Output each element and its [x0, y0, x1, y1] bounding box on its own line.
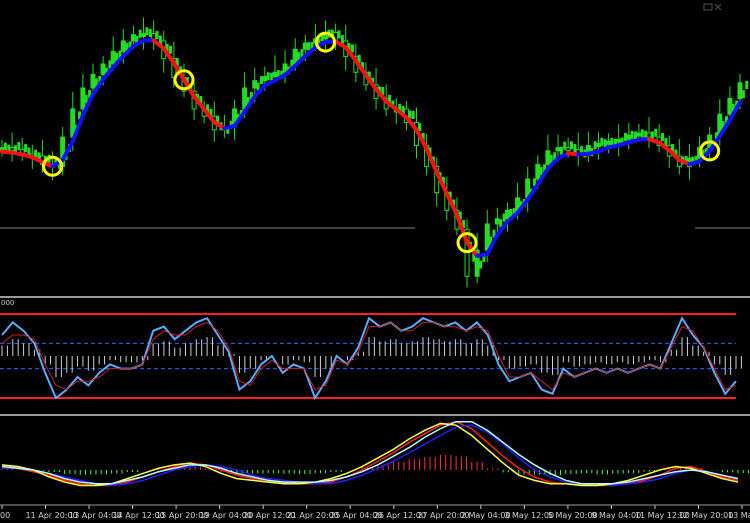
candle-body: [504, 209, 510, 220]
axis-tick-label: 12 May 20:00: [678, 511, 733, 520]
candle-body: [545, 150, 551, 165]
candle-body: [337, 30, 341, 39]
chart-stage: 00 11 Apr 20:00 13 Apr 04:00 14 Apr 12:00 15…: [0, 0, 750, 523]
candle-body: [570, 141, 574, 150]
candle-body: [640, 129, 644, 138]
macd-line: [1, 422, 739, 487]
candle-body: [600, 137, 604, 146]
candle-body: [555, 147, 561, 152]
candle-body: [535, 163, 541, 180]
candle-body: [727, 97, 733, 115]
candle-body: [559, 146, 563, 155]
candle-body: [3, 142, 7, 151]
axis-tick-label: 13 Ma: [728, 511, 750, 520]
macd-line: [1, 420, 739, 487]
candle-body: [646, 132, 652, 138]
candle-body: [630, 130, 634, 139]
candle-body: [636, 132, 642, 137]
price-panel: [0, 17, 750, 288]
candle-body: [350, 44, 354, 53]
candle-body: [90, 73, 96, 89]
candle-body: [606, 140, 612, 145]
macd-panel: [1, 420, 749, 487]
axis-tick-label: 2 May 04:00: [461, 511, 511, 520]
candle-body: [130, 34, 136, 42]
candle-body: [307, 42, 311, 51]
candle-body: [654, 128, 658, 137]
window-controls[interactable]: [703, 3, 722, 11]
candle-body: [262, 75, 268, 82]
axis-tick-label: 9 May 04:00: [591, 511, 641, 520]
macd-line: [2, 424, 739, 487]
candle-body: [595, 142, 601, 147]
candle-body: [242, 87, 248, 110]
candle-body: [155, 31, 159, 40]
axis-tick-label: 5 May 20:00: [548, 511, 598, 520]
candle-body: [411, 110, 415, 119]
candle-body: [660, 132, 664, 141]
maximize-icon[interactable]: [703, 3, 713, 11]
candle-body: [737, 82, 743, 99]
candle-body: [168, 45, 172, 54]
oscillator-line: [1, 316, 737, 401]
candle-body: [145, 27, 149, 36]
time-axis: 00 11 Apr 20:0013 Apr 04:0014 Apr 12:0015…: [0, 505, 750, 520]
candle-body: [484, 223, 490, 251]
axis-tick-label: 3 May 12:00: [504, 511, 554, 520]
candle-body: [272, 71, 278, 77]
candle-body: [565, 147, 571, 152]
candle-body: [745, 81, 749, 89]
axis-tick-label: 00: [0, 511, 10, 520]
candle-body: [120, 40, 126, 52]
candle-body: [100, 63, 106, 75]
oscillator-panel: [0, 313, 742, 401]
macd-line: [1, 420, 739, 485]
candle-body: [141, 33, 147, 38]
candle-body: [17, 142, 21, 151]
candle-body: [302, 42, 308, 50]
candle-body: [616, 138, 622, 143]
oscillator-scale-label: 000: [1, 299, 14, 307]
candle-body: [626, 134, 632, 140]
candle-body: [110, 50, 116, 65]
candle-body: [9, 147, 15, 152]
candle-body: [24, 144, 28, 153]
chart-canvas: 00 11 Apr 20:0013 Apr 04:0014 Apr 12:0015…: [0, 3, 750, 520]
candle-body: [479, 260, 483, 269]
candle-body: [741, 90, 745, 99]
candle-body: [266, 72, 270, 81]
candle-body: [494, 218, 500, 225]
candle-body: [252, 80, 258, 89]
candle-body: [80, 87, 86, 110]
